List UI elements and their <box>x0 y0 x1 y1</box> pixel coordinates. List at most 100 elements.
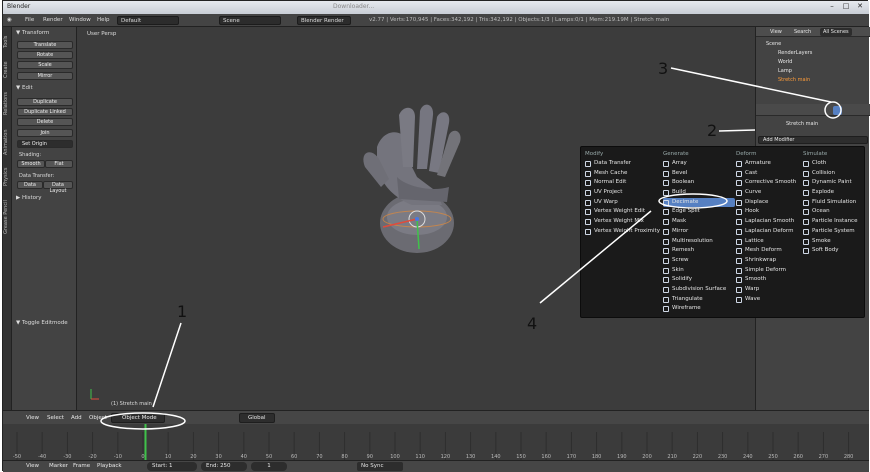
modifier-item-warp[interactable]: Warp <box>736 285 802 295</box>
flat-button[interactable]: Flat <box>45 160 73 168</box>
modifier-item-skin[interactable]: Skin <box>663 266 735 276</box>
modifier-item-triangulate[interactable]: Triangulate <box>663 295 735 305</box>
modifier-item-corrective-smooth[interactable]: Corrective Smooth <box>736 178 802 188</box>
outliner-item-stretch-main[interactable]: Stretch main <box>778 77 810 83</box>
set-origin-select[interactable]: Set Origin <box>17 140 73 148</box>
view3d-menu-view[interactable]: View <box>26 415 39 421</box>
modifier-item-smoke[interactable]: Smoke <box>803 237 865 247</box>
mirror-button[interactable]: Mirror <box>17 72 73 80</box>
close-button[interactable]: ✕ <box>855 2 865 11</box>
modifier-item-remesh[interactable]: Remesh <box>663 246 735 256</box>
modifier-item-soft-body[interactable]: Soft Body <box>803 246 865 256</box>
modifier-item-dynamic-paint[interactable]: Dynamic Paint <box>803 178 865 188</box>
view3d-menu-add[interactable]: Add <box>71 415 82 421</box>
data-layout-button[interactable]: Data Layout <box>43 181 73 194</box>
modifier-item-laplacian-deform[interactable]: Laplacian Deform <box>736 227 802 237</box>
z-axis-handle-icon[interactable] <box>415 217 419 221</box>
modifier-item-mirror[interactable]: Mirror <box>663 227 735 237</box>
scale-button[interactable]: Scale <box>17 61 73 69</box>
maximize-button[interactable]: □ <box>841 2 851 11</box>
delete-button[interactable]: Delete <box>17 118 73 126</box>
modifier-item-ocean[interactable]: Ocean <box>803 207 865 217</box>
render-engine-select[interactable]: Blender Render <box>297 16 351 25</box>
modifier-item-mesh-deform[interactable]: Mesh Deform <box>736 246 802 256</box>
modifier-item-particle-system[interactable]: Particle System <box>803 227 865 237</box>
modifier-item-uv-warp[interactable]: UV Warp <box>585 198 663 208</box>
orientation-select[interactable]: Global <box>239 413 275 423</box>
view3d-menu-select[interactable]: Select <box>47 415 64 421</box>
modifier-item-mask[interactable]: Mask <box>663 217 735 227</box>
hand-mesh[interactable] <box>363 104 461 253</box>
modifier-item-build[interactable]: Build <box>663 188 735 198</box>
modifier-item-displace[interactable]: Displace <box>736 198 802 208</box>
view3d-menu-object[interactable]: Object <box>89 415 107 421</box>
tab-grease-pencil[interactable]: Grease Pencil <box>3 195 12 239</box>
scene-field[interactable]: Scene <box>219 16 281 25</box>
modifier-item-simple-deform[interactable]: Simple Deform <box>736 266 802 276</box>
modifier-item-shrinkwrap[interactable]: Shrinkwrap <box>736 256 802 266</box>
modifier-item-decimate[interactable]: Decimate <box>663 197 735 208</box>
modifier-item-fluid-simulation[interactable]: Fluid Simulation <box>803 198 865 208</box>
modifier-item-subdivision-surface[interactable]: Subdivision Surface <box>663 285 735 295</box>
modifier-item-normal-edit[interactable]: Normal Edit <box>585 178 663 188</box>
smooth-button[interactable]: Smooth <box>17 160 45 168</box>
outliner-view-menu[interactable]: View <box>770 29 782 35</box>
timeline-menu-view[interactable]: View <box>26 463 39 469</box>
outliner-item-lamp[interactable]: Lamp <box>778 68 792 74</box>
outliner-item-scene[interactable]: Scene <box>766 41 781 47</box>
outliner-display-select[interactable]: All Scenes <box>820 28 852 36</box>
modifier-item-wireframe[interactable]: Wireframe <box>663 304 735 314</box>
modifier-item-armature[interactable]: Armature <box>736 159 802 169</box>
history-panel-header[interactable]: ▶ History <box>16 195 42 201</box>
tab-create[interactable]: Create <box>3 57 12 83</box>
modifier-item-cast[interactable]: Cast <box>736 169 802 179</box>
modifier-item-uv-project[interactable]: UV Project <box>585 188 663 198</box>
modifier-item-collision[interactable]: Collision <box>803 169 865 179</box>
edit-panel-header[interactable]: ▼ Edit <box>16 85 33 91</box>
tab-relations[interactable]: Relations <box>3 87 12 121</box>
transform-panel-header[interactable]: ▼ Transform <box>16 30 49 36</box>
mode-select[interactable]: Object Mode <box>111 413 165 423</box>
toggle-editmode-panel[interactable]: ▼ Toggle Editmode <box>16 320 68 326</box>
rotate-button[interactable]: Rotate <box>17 51 73 59</box>
modifier-item-boolean[interactable]: Boolean <box>663 178 735 188</box>
duplicate-button[interactable]: Duplicate <box>17 98 73 106</box>
modifier-item-particle-instance[interactable]: Particle Instance <box>803 217 865 227</box>
data-button[interactable]: Data <box>17 181 43 189</box>
modifier-item-array[interactable]: Array <box>663 159 735 169</box>
translate-button[interactable]: Translate <box>17 41 73 49</box>
modifier-item-hook[interactable]: Hook <box>736 207 802 217</box>
blender-logo-icon[interactable]: ◉ <box>7 17 12 23</box>
modifier-item-laplacian-smooth[interactable]: Laplacian Smooth <box>736 217 802 227</box>
timeline[interactable]: -50 -40 -30 -20 -10 0 10 20 30 40 50 60 70 80 90 100 110… <box>3 424 869 460</box>
modifier-item-mesh-cache[interactable]: Mesh Cache <box>585 169 663 179</box>
modifier-item-explode[interactable]: Explode <box>803 188 865 198</box>
modifier-item-solidify[interactable]: Solidify <box>663 275 735 285</box>
modifier-item-smooth[interactable]: Smooth <box>736 275 802 285</box>
current-frame-field[interactable]: 1 <box>251 462 287 471</box>
modifier-item-cloth[interactable]: Cloth <box>803 159 865 169</box>
modifier-item-bevel[interactable]: Bevel <box>663 169 735 179</box>
modifier-item-screw[interactable]: Screw <box>663 256 735 266</box>
modifier-item-curve[interactable]: Curve <box>736 188 802 198</box>
modifier-item-vertex-weight-proximity[interactable]: Vertex Weight Proximity <box>585 227 663 237</box>
tab-tools[interactable]: Tools <box>3 31 12 53</box>
timeline-menu-playback[interactable]: Playback <box>97 463 122 469</box>
sync-select[interactable]: No Sync <box>357 462 403 471</box>
modifier-item-vertex-weight-edit[interactable]: Vertex Weight Edit <box>585 207 663 217</box>
modifier-wrench-icon[interactable] <box>833 106 842 115</box>
menu-help[interactable]: Help <box>97 17 110 23</box>
modifier-item-data-transfer[interactable]: Data Transfer <box>585 159 663 169</box>
menu-render[interactable]: Render <box>43 17 63 23</box>
end-frame-field[interactable]: End: 250 <box>201 462 247 471</box>
tab-animation[interactable]: Animation <box>3 125 12 159</box>
screen-layout-field[interactable]: Default <box>117 16 179 25</box>
menu-file[interactable]: File <box>25 17 34 23</box>
tab-physics[interactable]: Physics <box>3 163 12 191</box>
outliner-search-menu[interactable]: Search <box>794 29 811 35</box>
duplicate-linked-button[interactable]: Duplicate Linked <box>17 108 73 116</box>
modifier-item-vertex-weight-mix[interactable]: Vertex Weight Mix <box>585 217 663 227</box>
modifier-item-wave[interactable]: Wave <box>736 295 802 305</box>
timeline-menu-frame[interactable]: Frame <box>73 463 90 469</box>
add-modifier-select[interactable]: Add Modifier <box>758 136 868 144</box>
